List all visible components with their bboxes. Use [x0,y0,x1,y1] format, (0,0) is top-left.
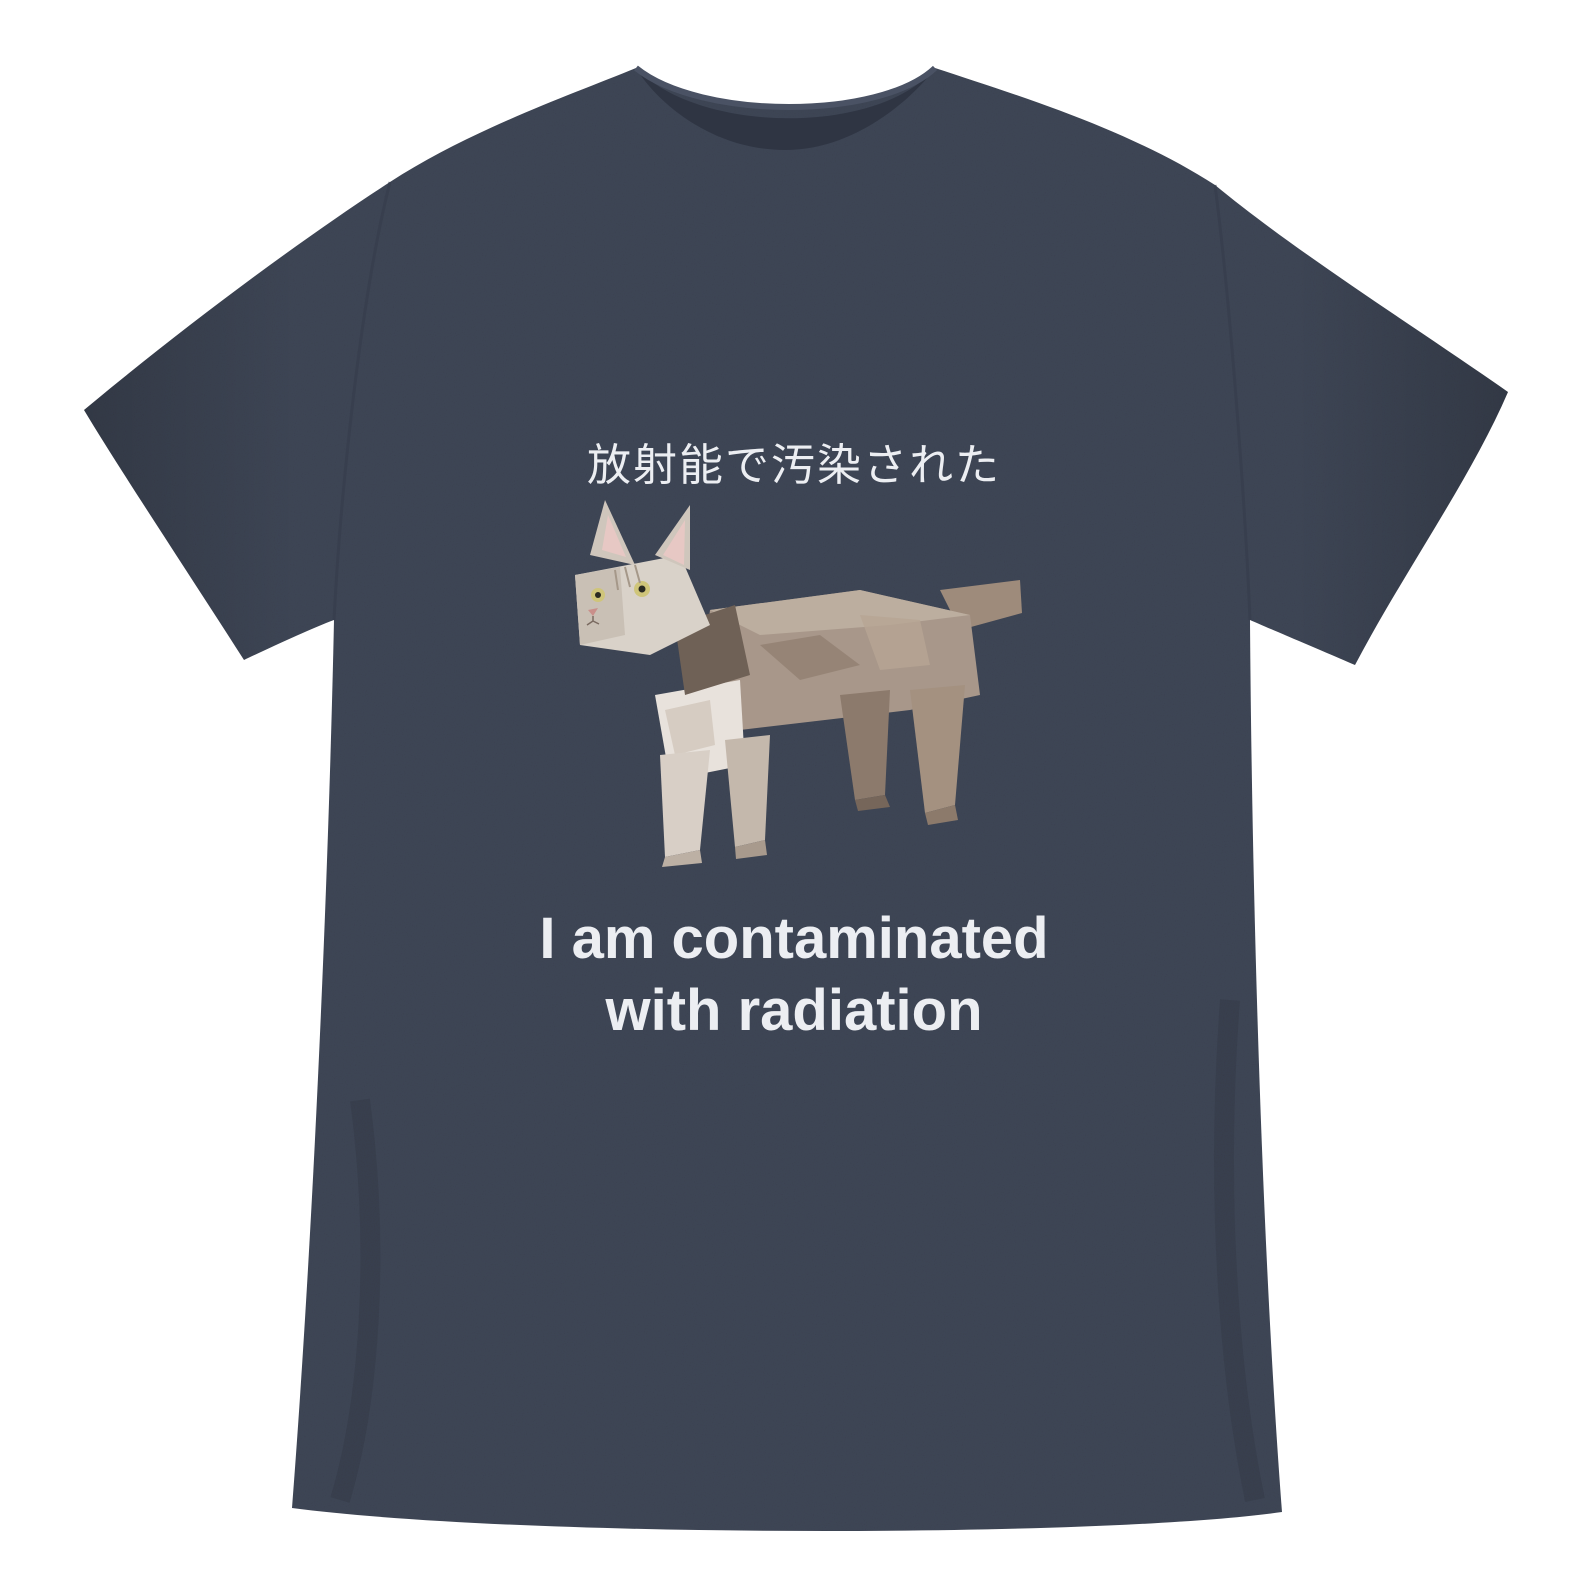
english-caption-line-2: with radiation [605,978,983,1043]
cat-front-leg [660,750,710,857]
pixel-cat-graphic [575,500,1022,867]
product-photo: 放射能で汚染された I am contaminated with radiati… [0,0,1588,1588]
cat-back-leg-far [840,690,890,800]
english-caption-line-1: I am contaminated [539,906,1049,971]
cat-front-leg-far [725,735,770,847]
cat-back-leg [910,685,965,813]
japanese-caption: 放射能で汚染された [587,440,1001,491]
